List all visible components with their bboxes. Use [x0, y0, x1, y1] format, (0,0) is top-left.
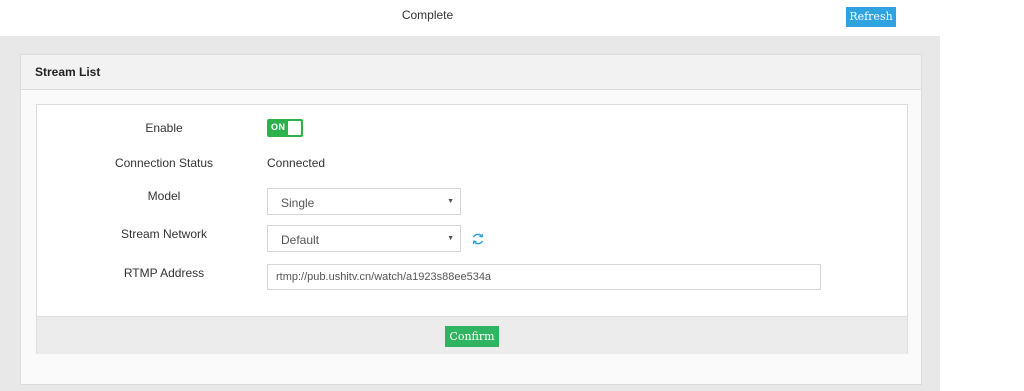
refresh-icon[interactable]: [471, 232, 485, 246]
chevron-down-icon: ▼: [447, 235, 454, 242]
status-text: Complete: [401, 8, 454, 22]
rtmp-address-label: RTMP Address: [123, 266, 205, 280]
enable-label: Enable: [145, 121, 183, 135]
model-select[interactable]: Single ▼: [267, 188, 461, 215]
confirm-button[interactable]: Confirm: [445, 326, 499, 347]
top-bar: Complete Refresh: [0, 0, 940, 36]
stream-form: Enable ON Connection Status Connected Mo…: [36, 104, 908, 354]
rtmp-address-input[interactable]: [267, 264, 821, 290]
stream-network-label: Stream Network: [120, 227, 208, 241]
panel-title: Stream List: [21, 55, 921, 90]
form-footer: Confirm: [37, 316, 907, 354]
chevron-down-icon: ▼: [447, 198, 454, 205]
stream-network-select[interactable]: Default ▼: [267, 225, 461, 252]
stream-list-panel: Stream List Enable ON Connection Status …: [20, 54, 922, 385]
stream-network-selected-value: Default: [281, 233, 320, 247]
connection-status-value: Connected: [267, 156, 326, 170]
refresh-button[interactable]: Refresh: [846, 7, 896, 27]
content-area: Stream List Enable ON Connection Status …: [0, 36, 940, 391]
toggle-knob: [288, 121, 301, 135]
model-selected-value: Single: [281, 196, 315, 210]
toggle-on-text: ON: [271, 122, 286, 132]
enable-toggle[interactable]: ON: [267, 119, 303, 137]
model-label: Model: [147, 189, 181, 203]
connection-status-label: Connection Status: [114, 156, 214, 170]
